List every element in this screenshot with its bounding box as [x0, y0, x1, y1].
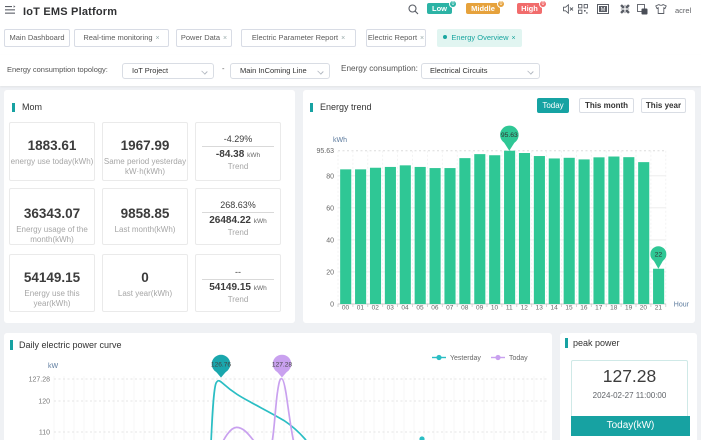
svg-text:127.28: 127.28	[272, 361, 293, 368]
svg-text:20: 20	[640, 305, 648, 312]
svg-text:02: 02	[372, 305, 380, 312]
svg-text:0: 0	[330, 302, 334, 309]
svg-text:40: 40	[326, 237, 334, 244]
svg-text:60: 60	[326, 205, 334, 212]
svg-text:127.28: 127.28	[29, 377, 51, 384]
svg-text:11: 11	[506, 305, 513, 312]
svg-text:20: 20	[326, 269, 334, 276]
svg-text:126.76: 126.76	[211, 362, 232, 369]
svg-text:04: 04	[401, 305, 409, 312]
svg-text:M: M	[601, 7, 606, 13]
svg-text:16: 16	[580, 305, 588, 312]
svg-text:08: 08	[461, 305, 469, 312]
svg-text:kWh: kWh	[333, 137, 347, 144]
svg-text:14: 14	[550, 305, 558, 312]
svg-text:95.63: 95.63	[316, 148, 334, 155]
svg-text:Hour: Hour	[674, 302, 690, 309]
svg-text:07: 07	[446, 305, 454, 312]
svg-text:00: 00	[342, 305, 350, 312]
svg-text:10: 10	[491, 305, 499, 312]
svg-text:01: 01	[357, 305, 365, 312]
svg-text:Today: Today	[509, 355, 528, 362]
svg-text:18: 18	[610, 305, 618, 312]
svg-text:21: 21	[655, 305, 663, 312]
svg-text:95.63: 95.63	[501, 132, 518, 139]
svg-text:12: 12	[521, 305, 529, 312]
svg-text:13: 13	[536, 305, 544, 312]
svg-text:09: 09	[476, 305, 484, 312]
svg-text:120: 120	[38, 399, 50, 406]
svg-text:kW: kW	[48, 363, 59, 370]
svg-text:15: 15	[565, 305, 573, 312]
svg-text:19: 19	[625, 305, 633, 312]
svg-text:80: 80	[326, 173, 334, 180]
svg-text:Yesterday: Yesterday	[450, 355, 481, 362]
svg-text:03: 03	[387, 305, 395, 312]
svg-text:05: 05	[416, 305, 424, 312]
svg-text:22: 22	[655, 252, 663, 259]
svg-text:17: 17	[595, 305, 603, 312]
svg-text:06: 06	[431, 305, 439, 312]
svg-text:110: 110	[39, 430, 50, 437]
